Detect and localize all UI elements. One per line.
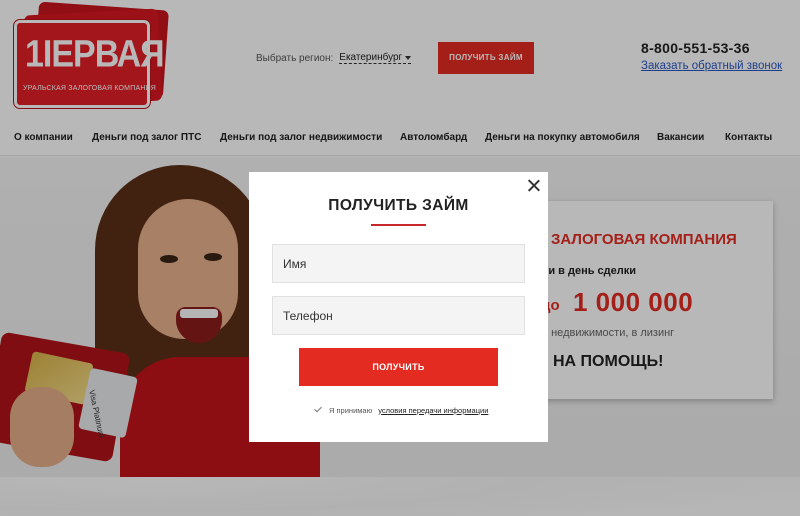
modal-title: ПОЛУЧИТЬ ЗАЙМ bbox=[328, 197, 469, 214]
phone-field[interactable] bbox=[272, 296, 525, 335]
consent-row: Я принимаю условия передачи информации bbox=[313, 405, 488, 415]
close-icon[interactable] bbox=[526, 178, 542, 194]
consent-terms-link[interactable]: условия передачи информации bbox=[378, 406, 488, 415]
consent-text: Я принимаю bbox=[329, 405, 373, 415]
submit-button[interactable]: ПОЛУЧИТЬ bbox=[299, 348, 498, 386]
loan-modal: ПОЛУЧИТЬ ЗАЙМ ПОЛУЧИТЬ Я принимаю услови… bbox=[249, 172, 548, 442]
name-field[interactable] bbox=[272, 244, 525, 283]
checkmark-icon[interactable] bbox=[313, 405, 323, 415]
title-underline bbox=[371, 224, 426, 226]
